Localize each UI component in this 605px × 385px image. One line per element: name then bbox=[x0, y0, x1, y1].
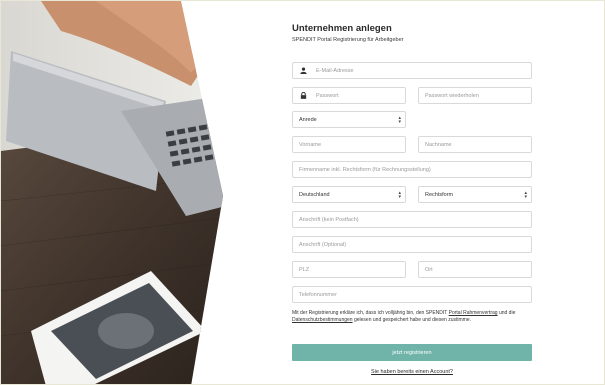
firstname-placeholder: Vorname bbox=[299, 141, 322, 148]
email-field[interactable]: E-Mail-Adresse bbox=[292, 62, 532, 79]
lastname-field[interactable]: Nachname bbox=[418, 136, 532, 153]
firstname-field[interactable]: Vorname bbox=[292, 136, 406, 153]
legal-form-select[interactable]: Rechtsform ▴ ▾ bbox=[418, 186, 532, 203]
address-field[interactable]: Anschrift (kein Postfach) bbox=[292, 211, 532, 228]
page-title: Unternehmen anlegen bbox=[292, 23, 392, 34]
legal-form-value: Rechtsform bbox=[425, 191, 454, 198]
terms-text: Mit der Registrierung erkläre ich, dass … bbox=[292, 310, 537, 324]
country-value: Deutschland bbox=[299, 191, 330, 198]
address2-field[interactable]: Anschrift (Optional) bbox=[292, 236, 532, 253]
password-repeat-placeholder: Passwort wiederholen bbox=[425, 92, 479, 99]
terms-text-part: Mit der Registrierung erkläre ich, dass … bbox=[292, 310, 449, 316]
password-field[interactable]: Passwort bbox=[292, 87, 406, 104]
zip-placeholder: PLZ bbox=[299, 266, 310, 273]
zip-field[interactable]: PLZ bbox=[292, 261, 406, 278]
privacy-policy-link[interactable]: Datenschutzbestimmungen bbox=[292, 317, 353, 323]
register-button[interactable]: jetzt registrieren bbox=[292, 344, 532, 361]
city-placeholder: Ort bbox=[425, 266, 433, 273]
phone-field[interactable]: Telefonnummer bbox=[292, 286, 532, 303]
terms-text-part: und die bbox=[497, 310, 516, 316]
phone-placeholder: Telefonnummer bbox=[299, 291, 337, 298]
address-placeholder: Anschrift (kein Postfach) bbox=[299, 216, 359, 223]
lock-icon bbox=[299, 92, 307, 100]
user-icon bbox=[299, 67, 307, 75]
company-field[interactable]: Firmenname inkl. Rechtsform (für Rechnun… bbox=[292, 161, 532, 178]
company-placeholder: Firmenname inkl. Rechtsform (für Rechnun… bbox=[299, 166, 431, 173]
country-select[interactable]: Deutschland ▴ ▾ bbox=[292, 186, 406, 203]
salutation-value: Anrede bbox=[299, 116, 317, 123]
registration-page: Unternehmen anlegen SPENDIT Portal Regis… bbox=[0, 0, 605, 385]
registration-form: Unternehmen anlegen SPENDIT Portal Regis… bbox=[292, 23, 532, 375]
terms-text-part: gelesen und gespeichert habe und diesen … bbox=[352, 317, 472, 323]
hero-photo bbox=[1, 1, 236, 384]
chevron-updown-icon: ▴ ▾ bbox=[398, 114, 401, 125]
chevron-updown-icon: ▴ ▾ bbox=[524, 189, 527, 200]
desk-laptop-tablet-image bbox=[1, 1, 223, 384]
page-subtitle: SPENDIT Portal Registrierung für Arbeitg… bbox=[292, 37, 404, 43]
password-placeholder: Passwort bbox=[316, 92, 339, 99]
existing-account-link[interactable]: Sie haben bereits einen Account? bbox=[292, 369, 532, 375]
chevron-updown-icon: ▴ ▾ bbox=[398, 189, 401, 200]
framework-contract-link[interactable]: Portal Rahmenvertrag bbox=[449, 310, 498, 316]
lastname-placeholder: Nachname bbox=[425, 141, 452, 148]
password-repeat-field[interactable]: Passwort wiederholen bbox=[418, 87, 532, 104]
salutation-select[interactable]: Anrede ▴ ▾ bbox=[292, 111, 406, 128]
email-placeholder: E-Mail-Adresse bbox=[316, 67, 354, 74]
city-field[interactable]: Ort bbox=[418, 261, 532, 278]
address2-placeholder: Anschrift (Optional) bbox=[299, 241, 347, 248]
